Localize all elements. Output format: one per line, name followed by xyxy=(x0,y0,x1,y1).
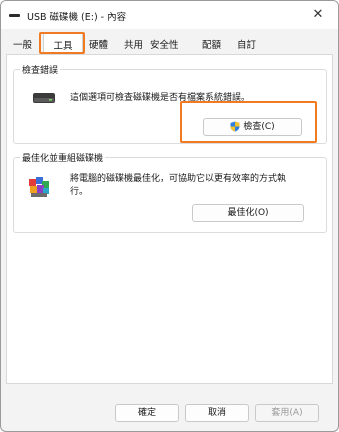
properties-window: USB 磁碟機 (E:) - 內容 ✕ 一般 工具 硬體 共用 安全性 配額 自… xyxy=(0,0,339,432)
tab-customize[interactable]: 自訂 xyxy=(237,37,256,51)
optimize-button[interactable]: 最佳化(O) xyxy=(192,204,304,222)
error-check-description: 這個選項可檢查磁碟機是否有檔案系統錯誤。 xyxy=(70,93,251,103)
optimize-description-line-2: 行。 xyxy=(70,187,89,197)
defrag-icon xyxy=(29,177,49,197)
tab-hardware[interactable]: 硬體 xyxy=(89,37,108,51)
close-button[interactable]: ✕ xyxy=(307,5,329,25)
check-button-label: 檢查(C) xyxy=(243,122,275,132)
error-check-group: 檢查錯誤 這個選項可檢查磁碟機是否有檔案系統錯誤。 檢查(C) xyxy=(13,63,327,144)
tab-sharing[interactable]: 共用 xyxy=(124,37,143,51)
tab-quota[interactable]: 配額 xyxy=(202,37,221,51)
apply-button[interactable]: 套用(A) xyxy=(255,404,319,422)
title-bar[interactable]: USB 磁碟機 (E:) - 內容 ✕ xyxy=(1,1,338,29)
cancel-button[interactable]: 取消 xyxy=(185,404,249,422)
tab-bar: 一般 工具 硬體 共用 安全性 配額 自訂 xyxy=(1,31,338,55)
optimize-group: 最佳化並重組磁碟機 將電腦的磁碟機最佳化，可協助它以更有效率的方式執 行。 最佳… xyxy=(13,151,327,233)
tab-general[interactable]: 一般 xyxy=(13,37,32,51)
optimize-description-line-1: 將電腦的磁碟機最佳化，可協助它以更有效率的方式執 xyxy=(70,174,287,184)
window-title: USB 磁碟機 (E:) - 內容 xyxy=(27,12,127,23)
check-button[interactable]: 檢查(C) xyxy=(203,118,302,136)
shield-icon xyxy=(230,121,240,132)
drive-icon xyxy=(9,14,20,17)
ok-button[interactable]: 確定 xyxy=(115,404,179,422)
error-check-group-label: 檢查錯誤 xyxy=(20,63,61,76)
tab-tools-label: 工具 xyxy=(53,41,73,52)
tools-panel: 檢查錯誤 這個選項可檢查磁碟機是否有檔案系統錯誤。 檢查(C) 最佳化並重組磁碟… xyxy=(6,54,333,384)
optimize-group-label: 最佳化並重組磁碟機 xyxy=(20,151,106,164)
tab-security[interactable]: 安全性 xyxy=(150,37,179,51)
drive-icon xyxy=(33,93,55,103)
tab-tools[interactable]: 工具 xyxy=(43,32,83,54)
